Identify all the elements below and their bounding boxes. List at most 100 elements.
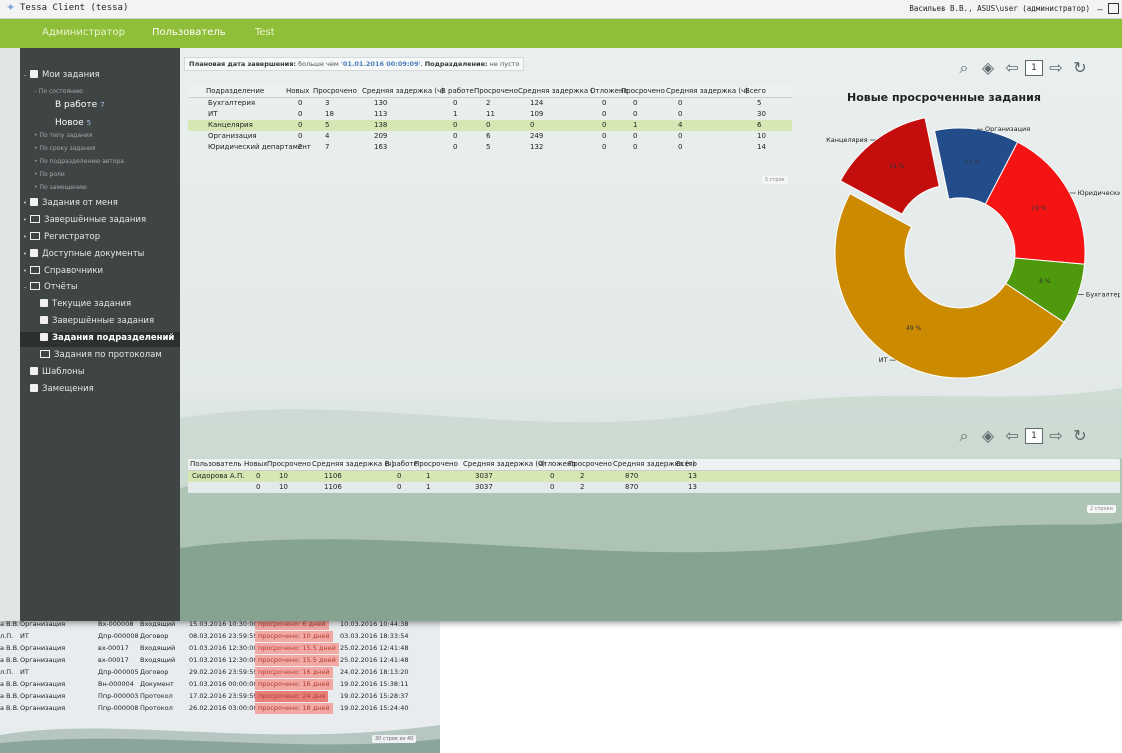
- table-cell: 11: [486, 110, 495, 118]
- table-cell: 0: [530, 121, 535, 129]
- column-header[interactable]: Просрочено: [474, 87, 518, 95]
- prev-page-icon[interactable]: ⇦: [1002, 58, 1022, 78]
- sidebar-item-reports[interactable]: – Отчёты: [20, 282, 180, 292]
- total-cell: 870: [625, 483, 639, 491]
- sidebar-item-by-substitution[interactable]: • По замещению: [34, 184, 87, 191]
- column-header[interactable]: Средняя задержка (ч): [463, 460, 545, 468]
- bg-cell: Организация: [20, 656, 66, 664]
- table-header: Пользователь Новых Просрочено Средняя задер…: [188, 459, 1120, 471]
- column-header[interactable]: Средняя задержка (ч): [666, 87, 748, 95]
- bg-task-row[interactable]: л.П. ИТ Дпр-000008 Договор 08.03.2016 23:59:…: [0, 631, 430, 642]
- sidebar-item-by-state[interactable]: – По состоянию: [34, 88, 83, 95]
- table-cell: 249: [530, 132, 544, 140]
- sidebar-item-completed-tasks-report[interactable]: Завершённые задания: [40, 316, 200, 326]
- refresh-icon[interactable]: ↻: [1070, 58, 1090, 78]
- sidebar-item-by-author-dept[interactable]: • По подразделению автора: [34, 158, 124, 165]
- column-header[interactable]: Просрочено: [621, 87, 665, 95]
- slice-percent-label: 11 %: [965, 159, 981, 166]
- menu-test[interactable]: Test: [255, 27, 275, 38]
- bg-cell: Входящий: [140, 644, 176, 652]
- table-cell: 0: [453, 99, 458, 107]
- sidebar-item-current-tasks-report[interactable]: Текущие задания: [40, 299, 200, 309]
- column-header[interactable]: Просрочено: [267, 460, 311, 468]
- bg-cell: 17.02.2016 23:59:59: [189, 692, 258, 700]
- total-cell: 3037: [475, 483, 493, 491]
- search-report-icon[interactable]: ⌕: [954, 58, 974, 78]
- document-icon: [30, 384, 38, 392]
- table-row[interactable]: Юридический департамент 2 7 163 0 5 132 0 0 0 14: [188, 142, 792, 153]
- page-number[interactable]: 1: [1025, 60, 1043, 76]
- column-header[interactable]: Новых: [286, 87, 309, 95]
- sidebar-item-directories[interactable]: • Справочники: [20, 266, 180, 276]
- document-icon: [40, 299, 48, 307]
- slice-percent-label: 19 %: [1031, 205, 1047, 212]
- column-header[interactable]: В работе: [385, 460, 418, 468]
- column-header[interactable]: Подразделение: [206, 87, 264, 95]
- refresh-icon[interactable]: ↻: [1070, 426, 1090, 446]
- table-row[interactable]: Канцелярия 0 5 138 0 0 0 0 1 4 6: [188, 120, 792, 131]
- column-header[interactable]: Средняя задержка (ч): [312, 460, 394, 468]
- bg-cell: Организация: [20, 680, 66, 688]
- sidebar-item-protocol-tasks-report[interactable]: Задания по протоколам: [40, 350, 200, 360]
- column-header[interactable]: Всего: [676, 460, 697, 468]
- sidebar-item-available-docs[interactable]: • Доступные документы: [20, 249, 180, 259]
- table-cell: 5: [486, 143, 491, 151]
- column-header[interactable]: Просрочено: [568, 460, 612, 468]
- table-cell: 0: [633, 132, 638, 140]
- table-row[interactable]: ИТ 0 18 113 1 11 109 0 0 0 30: [188, 109, 792, 120]
- search-report-icon[interactable]: ⌕: [954, 426, 974, 446]
- sidebar-item-registrar[interactable]: • Регистратор: [20, 232, 180, 242]
- maximize-icon[interactable]: [1108, 3, 1119, 14]
- column-header[interactable]: Пользователь: [190, 460, 242, 468]
- next-page-icon[interactable]: ⇨: [1046, 426, 1066, 446]
- bg-cell: 24.02.2016 18:13:20: [340, 668, 409, 676]
- column-header[interactable]: Просрочено: [414, 460, 458, 468]
- sidebar-item-templates[interactable]: Шаблоны: [30, 367, 190, 377]
- current-user: Васильев В.В., ASUS\user (администратор): [909, 4, 1090, 13]
- table-cell: 0: [397, 472, 402, 480]
- menu-administrator[interactable]: Администратор: [42, 27, 125, 38]
- sidebar-item-my-tasks[interactable]: – Мои задания: [20, 70, 180, 80]
- sidebar-item-new[interactable]: Новое 5: [55, 118, 91, 128]
- layers-icon[interactable]: ◈: [978, 426, 998, 446]
- bg-overdue-badge: просрочено: 24 дня: [255, 691, 329, 702]
- sidebar-item-completed-tasks[interactable]: • Завершённые задания: [20, 215, 180, 225]
- table-row[interactable]: Организация 0 4 209 0 6 249 0 0 0 10: [188, 131, 792, 142]
- filter-bar[interactable]: Плановая дата завершения: больше чем '01…: [184, 57, 525, 71]
- next-page-icon[interactable]: ⇨: [1046, 58, 1066, 78]
- table-cell: 6: [757, 121, 762, 129]
- sidebar-item-by-type[interactable]: • По типу задания: [34, 132, 92, 139]
- sidebar-item-dept-tasks-report[interactable]: Задания подразделений: [40, 333, 200, 343]
- bg-task-row[interactable]: л.П. ИТ Дпр-000005 Договор 29.02.2016 23:59:…: [0, 667, 430, 678]
- table-cell: 0: [602, 110, 607, 118]
- column-header[interactable]: Средняя задержка (: [518, 87, 593, 95]
- table-cell: Бухгалтерия: [208, 99, 256, 107]
- sidebar-item-by-deadline[interactable]: • По сроку задания: [34, 145, 96, 152]
- table-row[interactable]: Бухгалтерия 0 3 130 0 2 124 0 0 0 5: [188, 98, 792, 109]
- sidebar-item-substitutions[interactable]: Замещения: [30, 384, 190, 394]
- landscape-decoration: [180, 388, 1122, 621]
- table-cell: 7: [325, 143, 330, 151]
- column-header[interactable]: Средняя задержка (ч): [362, 87, 444, 95]
- column-header[interactable]: Всего: [745, 87, 766, 95]
- page-number[interactable]: 1: [1025, 428, 1043, 444]
- table-cell: 0: [298, 99, 303, 107]
- bg-task-row[interactable]: а В.В. Организация вх-00017 Входящий 01.03.2…: [0, 655, 430, 666]
- layers-icon[interactable]: ◈: [978, 58, 998, 78]
- column-header[interactable]: В работе: [441, 87, 474, 95]
- minimize-icon[interactable]: _: [1094, 1, 1106, 13]
- sidebar-item-by-role[interactable]: • По роли: [34, 171, 65, 178]
- bg-task-row[interactable]: а В.В. Организация вх-00017 Входящий 01.03.2…: [0, 643, 430, 654]
- bg-cell: Организация: [20, 644, 66, 652]
- column-header[interactable]: Просрочено: [313, 87, 357, 95]
- sidebar-item-tasks-from-me[interactable]: • Задания от меня: [20, 198, 180, 208]
- menu-user[interactable]: Пользователь: [152, 27, 226, 38]
- table-row[interactable]: Сидорова А.П. 0 10 1106 0 1 3037 0 2 870 13: [188, 471, 1120, 482]
- bg-task-row[interactable]: а В.В. Организация Ппр-000003 Протокол 17.02…: [0, 691, 430, 702]
- sidebar-item-in-work[interactable]: В работе 7: [55, 100, 105, 110]
- prev-page-icon[interactable]: ⇦: [1002, 426, 1022, 446]
- bg-task-row[interactable]: а В.В. Организация Вн-000004 Документ 01.03.…: [0, 679, 430, 690]
- table-cell: 0: [602, 143, 607, 151]
- window-title: Tessa Client (tessa): [20, 3, 129, 13]
- column-header[interactable]: Новых: [244, 460, 267, 468]
